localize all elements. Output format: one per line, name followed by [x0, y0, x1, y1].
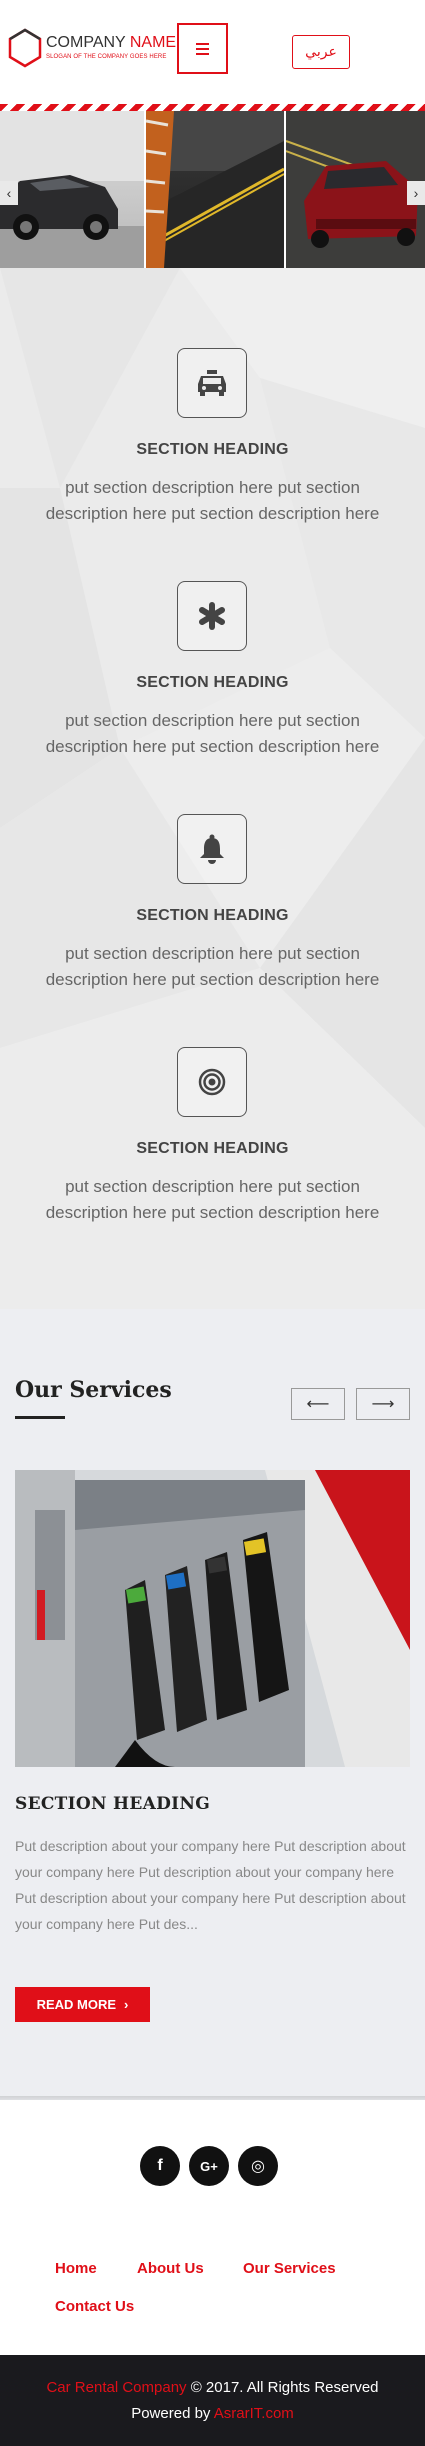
decorative-stripe: [0, 104, 425, 111]
powered-by-link[interactable]: AsrarIT.com: [214, 2405, 294, 2422]
menu-toggle-button[interactable]: [177, 23, 228, 74]
feature-description: put section description here put section…: [45, 711, 380, 756]
taxi-icon: [177, 348, 247, 418]
services-prev-button[interactable]: ⟵: [291, 1388, 345, 1420]
feature-title: SECTION HEADING: [136, 441, 289, 458]
chevron-right-icon: ›: [124, 1997, 129, 2012]
feature-title: SECTION HEADING: [136, 674, 289, 691]
services-section: Our Services ⟵ ⟶ SECTION HEADING Put des…: [0, 1309, 425, 2100]
copyright-text: Car Rental Company © 2017. All Rights Re…: [46, 2379, 379, 2396]
slide-image-road: [146, 111, 284, 268]
facebook-icon[interactable]: f: [140, 2146, 180, 2186]
slide-image-sports-car: [0, 111, 144, 268]
footer-link-contact-us[interactable]: Contact Us: [55, 2298, 134, 2315]
slider-next-button[interactable]: ›: [407, 181, 425, 205]
bell-icon: [177, 814, 247, 884]
slide-image-red-car: [286, 111, 425, 268]
read-more-button[interactable]: READ MORE ›: [15, 1987, 150, 2022]
service-card-description: Put description about your company here …: [15, 1838, 406, 1932]
feature-description: put section description here put section…: [45, 1177, 380, 1222]
arrow-right-icon: ⟶: [371, 1396, 395, 1413]
feature-description: put section description here put section…: [45, 944, 380, 989]
company-slogan: SLOGAN OF THE COMPANY GOES HERE: [46, 54, 167, 60]
hexagon-logo-icon: [8, 28, 42, 68]
powered-by-text: Powered by AsrarIT.com: [131, 2405, 294, 2422]
service-image-fuel-pumps: [15, 1470, 410, 1767]
services-next-button[interactable]: ⟶: [356, 1388, 410, 1420]
chevron-left-icon: ‹: [6, 185, 12, 201]
title-underline: [15, 1416, 65, 1419]
site-footer: f G+ ◎ Home About Us Our Services Contac…: [0, 2100, 425, 2355]
arrow-left-icon: ⟵: [306, 1396, 330, 1413]
service-card-title: SECTION HEADING: [15, 1794, 211, 1814]
image-slider[interactable]: ‹ ›: [0, 111, 425, 268]
site-header: COMPANY NAME SLOGAN OF THE COMPANY GOES …: [0, 0, 425, 104]
chevron-right-icon: ›: [413, 185, 419, 201]
copyright-company-link[interactable]: Car Rental Company: [46, 2379, 186, 2396]
footer-link-home[interactable]: Home: [55, 2260, 97, 2277]
company-logo[interactable]: COMPANY NAME SLOGAN OF THE COMPANY GOES …: [8, 28, 176, 72]
services-title: Our Services: [15, 1377, 172, 1403]
company-name: COMPANY NAME: [46, 34, 177, 51]
asterisk-icon: [177, 581, 247, 651]
footer-link-our-services[interactable]: Our Services: [243, 2260, 336, 2277]
features-section: SECTION HEADING put section description …: [0, 268, 425, 1309]
slider-prev-button[interactable]: ‹: [0, 181, 18, 205]
language-switch-button[interactable]: عربي: [292, 35, 350, 69]
copyright-bar: Car Rental Company © 2017. All Rights Re…: [0, 2355, 425, 2446]
feature-title: SECTION HEADING: [136, 1140, 289, 1157]
hamburger-icon: [196, 42, 209, 45]
target-icon: [177, 1047, 247, 1117]
instagram-icon[interactable]: ◎: [238, 2146, 278, 2186]
feature-description: put section description here put section…: [45, 478, 380, 523]
google-plus-icon[interactable]: G+: [189, 2146, 229, 2186]
footer-link-about-us[interactable]: About Us: [137, 2260, 204, 2277]
feature-title: SECTION HEADING: [136, 907, 289, 924]
